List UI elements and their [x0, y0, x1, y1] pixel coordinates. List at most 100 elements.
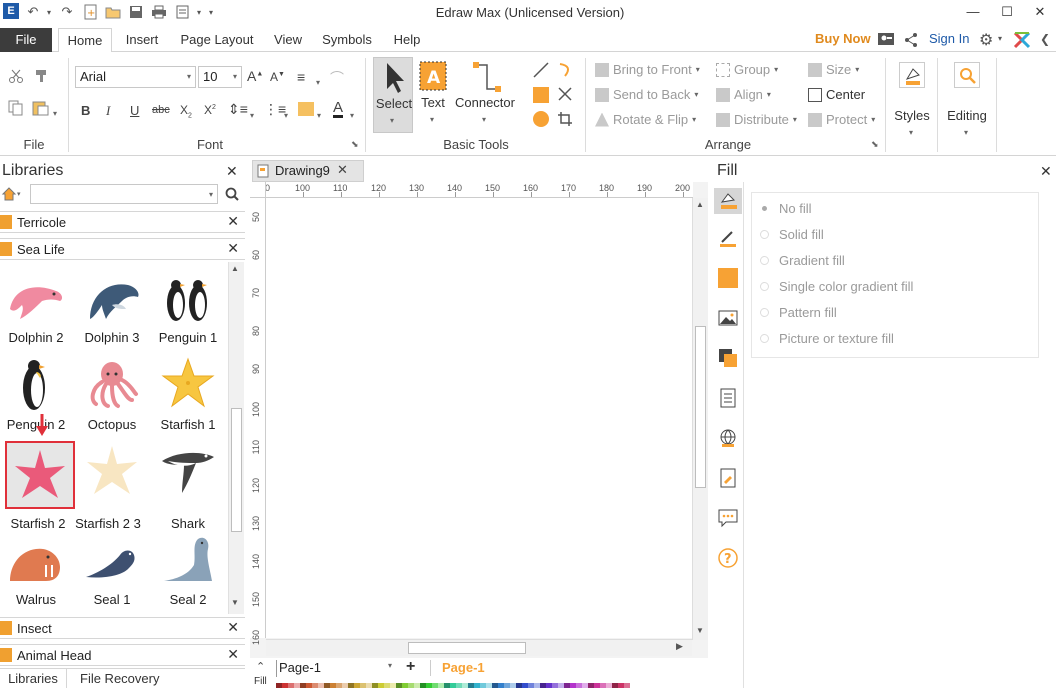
open-file-icon[interactable] [104, 3, 122, 21]
font-dialog-launcher-icon[interactable]: ⬊ [351, 139, 359, 150]
document-tab[interactable]: Drawing9 ✕ [252, 160, 364, 182]
bold-icon[interactable]: B [81, 103, 90, 118]
layer-icon[interactable] [718, 348, 738, 368]
scroll-up-icon[interactable]: ▲ [231, 264, 239, 273]
shape-seal-2[interactable]: Seal 2 [152, 524, 224, 610]
strikethrough-icon[interactable]: abc [152, 104, 170, 116]
grow-font-icon[interactable]: A▲ [247, 68, 263, 84]
shrink-font-icon[interactable]: A▼ [270, 70, 285, 84]
save-icon[interactable] [127, 3, 145, 21]
account-icon[interactable] [877, 31, 895, 47]
library-home-dropdown-icon[interactable]: ▾ [17, 190, 21, 198]
rectangle-tool-icon[interactable] [533, 87, 549, 103]
shape-dolphin-2[interactable]: Dolphin 2 [0, 262, 72, 348]
font-size-select[interactable]: 10 ▾ [198, 66, 242, 88]
send-to-back-button[interactable]: Send to Back ▾ [595, 87, 698, 102]
settings-gear-icon[interactable]: ⚙ [979, 30, 993, 50]
paste-icon[interactable] [32, 100, 50, 116]
text-align-dropdown-icon[interactable]: ▾ [316, 73, 320, 88]
tab-libraries[interactable]: Libraries [0, 669, 67, 688]
line-tool-icon[interactable] [533, 62, 549, 78]
page-nav-up-icon[interactable]: ⌃ [256, 660, 265, 673]
add-page-icon[interactable]: + [406, 658, 415, 676]
tab-help[interactable]: Help [388, 28, 426, 52]
scroll-down-icon[interactable]: ▼ [696, 626, 704, 635]
canvas-hscroll-thumb[interactable] [408, 642, 526, 654]
fill-tool-icon[interactable] [714, 188, 742, 214]
canvas-vscroll-thumb[interactable] [695, 326, 706, 488]
size-button[interactable]: Size ▾ [808, 62, 859, 77]
font-color-dropdown-icon[interactable]: ▾ [350, 106, 354, 121]
edraw-brand-icon[interactable] [1013, 31, 1031, 49]
line-style-icon[interactable] [718, 228, 738, 248]
redo-icon[interactable]: ↷ [58, 3, 76, 21]
underline-icon[interactable]: U [130, 103, 139, 118]
ellipse-tool-icon[interactable] [533, 111, 549, 127]
format-painter-icon[interactable] [34, 68, 50, 84]
bring-to-front-button[interactable]: Bring to Front ▾ [595, 62, 700, 77]
text-tool-button[interactable]: A Text ▾ [416, 57, 450, 133]
drawing-page[interactable] [266, 198, 693, 638]
group-button[interactable]: Group ▾ [716, 62, 778, 77]
canvas-vertical-scrollbar[interactable]: ▲ ▼ [692, 198, 708, 640]
subscript-icon[interactable]: X2 [180, 103, 192, 119]
superscript-icon[interactable]: X2 [204, 103, 216, 117]
sign-in-link[interactable]: Sign In [929, 31, 969, 46]
help-icon[interactable]: ? [718, 548, 738, 568]
connector-tool-button[interactable]: Connector ▾ [453, 57, 517, 133]
shape-starfish-2-3[interactable]: Starfish 2 3 [75, 436, 148, 531]
library-scrollbar[interactable]: ▲ ▼ [228, 262, 244, 614]
page-properties-icon[interactable] [718, 388, 738, 408]
close-category-icon[interactable]: ✕ [227, 619, 239, 636]
libraries-close-icon[interactable]: ✕ [226, 163, 238, 180]
active-page-tab[interactable]: Page-1 [442, 660, 485, 675]
library-scroll-thumb[interactable] [231, 408, 242, 532]
shape-dolphin-3[interactable]: Dolphin 3 [76, 262, 148, 348]
shape-octopus[interactable]: Octopus [76, 349, 148, 435]
line-spacing-dropdown-icon[interactable]: ▾ [250, 106, 254, 121]
scroll-down-icon[interactable]: ▼ [231, 598, 239, 607]
print-icon[interactable] [150, 3, 168, 21]
close-category-icon[interactable]: ✕ [227, 240, 239, 257]
library-category-terricole[interactable]: Terricole ✕ [0, 211, 245, 233]
note-icon[interactable] [718, 468, 738, 488]
page-selector[interactable]: Page-1 ▾ [276, 660, 394, 677]
editing-button[interactable]: Editing ▾ [942, 58, 992, 142]
highlight-dropdown-icon[interactable]: ▾ [317, 106, 321, 121]
close-button[interactable]: ✕ [1024, 2, 1056, 22]
cut-icon[interactable] [8, 68, 24, 84]
select-tool-button[interactable]: Select ▾ [373, 57, 413, 133]
fill-option-no-fill[interactable]: No fill [760, 201, 812, 216]
text-highlight-icon[interactable] [298, 102, 314, 116]
bullets-icon[interactable]: ⋮≡ [264, 101, 286, 118]
text-direction-icon[interactable]: ⌒ [330, 68, 344, 88]
close-category-icon[interactable]: ✕ [227, 646, 239, 663]
tab-insert[interactable]: Insert [120, 28, 164, 52]
bullets-dropdown-icon[interactable]: ▾ [284, 106, 288, 121]
maximize-button[interactable]: ☐ [991, 2, 1023, 22]
image-icon[interactable] [718, 308, 738, 328]
rotate-flip-button[interactable]: Rotate & Flip ▾ [595, 112, 696, 127]
italic-icon[interactable]: I [106, 103, 110, 119]
tab-view[interactable]: View [270, 28, 306, 52]
arrange-dialog-launcher-icon[interactable]: ⬊ [871, 139, 879, 150]
cross-tool-icon[interactable] [557, 86, 573, 102]
fill-option-single-color-gradient[interactable]: Single color gradient fill [760, 279, 913, 294]
color-palette[interactable] [276, 679, 630, 688]
shape-seal-1[interactable]: Seal 1 [76, 524, 148, 610]
new-file-icon[interactable]: + [82, 3, 100, 21]
shadow-icon[interactable] [718, 268, 738, 288]
library-home-icon[interactable] [1, 186, 17, 202]
close-document-icon[interactable]: ✕ [337, 162, 348, 178]
shape-penguin-1[interactable]: Penguin 1 [152, 262, 224, 348]
tab-page-layout[interactable]: Page Layout [176, 28, 258, 52]
search-icon[interactable] [224, 186, 240, 202]
font-family-select[interactable]: Arial ▾ [75, 66, 196, 88]
library-category-animal-head[interactable]: Animal Head ✕ [0, 644, 245, 666]
shape-walrus[interactable]: Walrus [0, 524, 72, 610]
fill-panel-close-icon[interactable]: ✕ [1040, 163, 1052, 180]
library-category-insect[interactable]: Insect ✕ [0, 617, 245, 639]
shape-starfish-1[interactable]: Starfish 1 [152, 349, 224, 435]
share-icon[interactable] [903, 32, 919, 48]
tab-home[interactable]: Home [58, 28, 112, 53]
